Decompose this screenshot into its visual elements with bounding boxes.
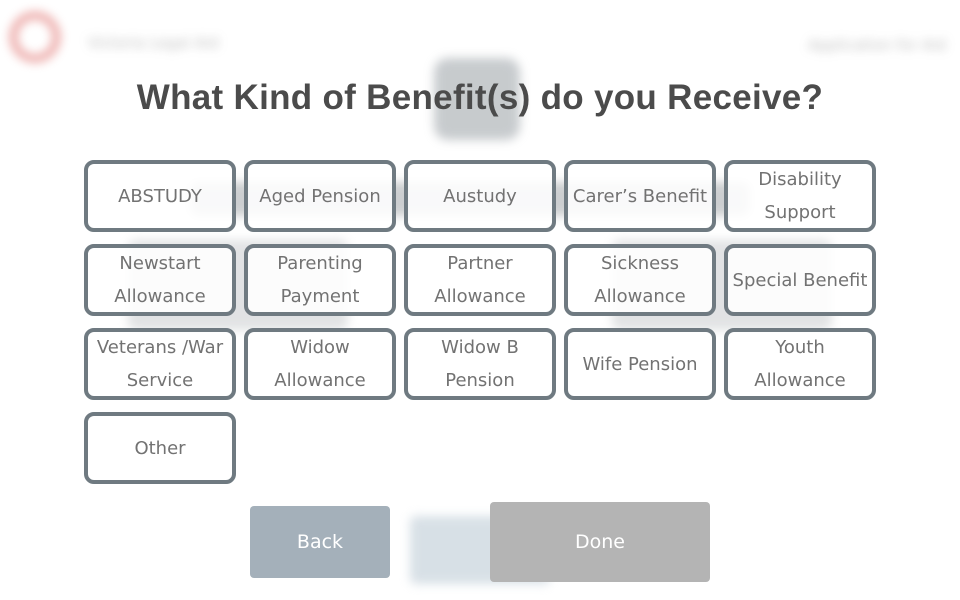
benefit-option-special-benefit[interactable]: Special Benefit	[724, 244, 876, 316]
benefit-option-carers-benefit[interactable]: Carer’s Benefit	[564, 160, 716, 232]
logo-text: Victoria Legal Aid	[88, 34, 219, 52]
benefit-option-disability-support[interactable]: Disability Support	[724, 160, 876, 232]
benefit-option-partner-allowance[interactable]: Partner Allowance	[404, 244, 556, 316]
benefit-options-grid: ABSTUDY Aged Pension Austudy Carer’s Ben…	[84, 160, 876, 484]
done-button[interactable]: Done	[490, 502, 710, 582]
benefit-option-austudy[interactable]: Austudy	[404, 160, 556, 232]
benefit-option-wife-pension[interactable]: Wife Pension	[564, 328, 716, 400]
benefit-option-youth-allowance[interactable]: Youth Allowance	[724, 328, 876, 400]
benefit-option-widow-allowance[interactable]: Widow Allowance	[244, 328, 396, 400]
back-button[interactable]: Back	[250, 506, 390, 578]
benefit-option-abstudy[interactable]: ABSTUDY	[84, 160, 236, 232]
benefit-option-other[interactable]: Other	[84, 412, 236, 484]
header-title: Application for Aid	[808, 36, 946, 54]
benefit-option-widow-b-pension[interactable]: Widow B Pension	[404, 328, 556, 400]
benefit-option-newstart-allowance[interactable]: Newstart Allowance	[84, 244, 236, 316]
benefit-option-sickness-allowance[interactable]: Sickness Allowance	[564, 244, 716, 316]
page-title: What Kind of Benefit(s) do you Receive?	[136, 78, 824, 117]
logo-icon	[10, 12, 60, 62]
benefit-option-veterans-war-service[interactable]: Veterans /War Service	[84, 328, 236, 400]
benefit-option-aged-pension[interactable]: Aged Pension	[244, 160, 396, 232]
benefit-option-parenting-payment[interactable]: Parenting Payment	[244, 244, 396, 316]
